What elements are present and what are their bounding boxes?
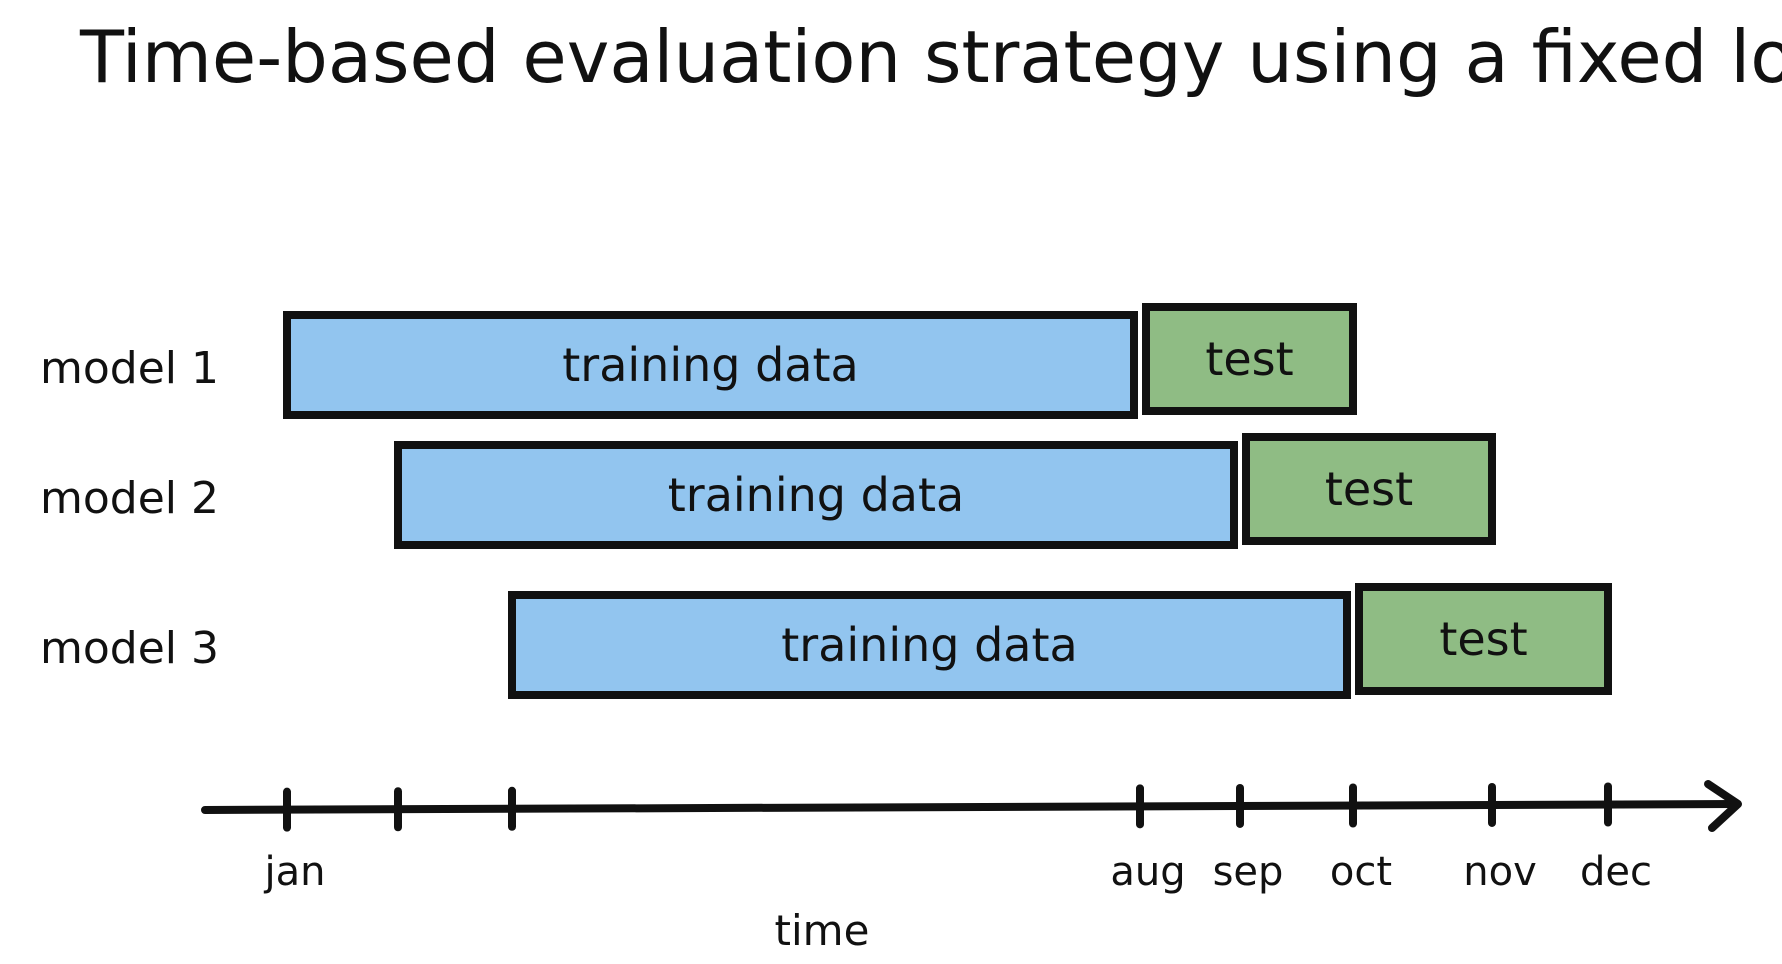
training-label: training data	[781, 618, 1077, 672]
model-label: model 2	[40, 473, 219, 524]
tick-label: dec	[1580, 849, 1652, 895]
tick-label: oct	[1330, 849, 1392, 895]
model-row: model 1 training data test	[40, 303, 1357, 419]
timeline-diagram: Time-based evaluation strategy using a f…	[40, 15, 1782, 955]
tick-label: aug	[1110, 849, 1185, 895]
test-label: test	[1439, 612, 1527, 666]
model-row: model 2 training data test	[40, 433, 1496, 549]
tick-label: sep	[1213, 849, 1284, 895]
model-rows: model 1 training data test model 2 training …	[40, 303, 1612, 699]
test-label: test	[1325, 462, 1413, 516]
tick-label: nov	[1463, 849, 1537, 895]
test-label: test	[1205, 332, 1293, 386]
axis-line	[201, 800, 1739, 814]
training-label: training data	[668, 468, 964, 522]
tick-label: jan	[264, 849, 326, 895]
diagram-title: Time-based evaluation strategy using a f…	[79, 15, 1782, 99]
model-label: model 3	[40, 623, 219, 674]
model-row: model 3 training data test	[40, 583, 1612, 699]
training-label: training data	[562, 338, 858, 392]
axis-label: time	[775, 906, 870, 955]
time-axis: jan aug sep oct nov dec time	[201, 780, 1742, 955]
model-label: model 1	[40, 343, 219, 394]
